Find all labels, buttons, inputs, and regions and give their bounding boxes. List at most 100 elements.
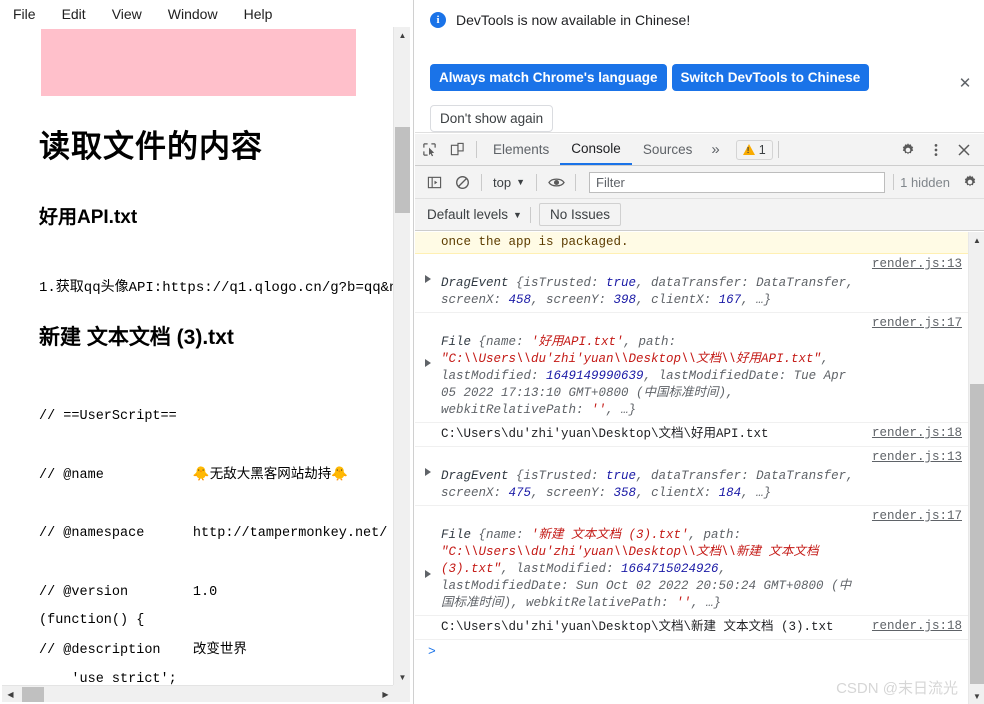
chevron-double-right-icon[interactable]: » <box>703 134 727 165</box>
source-link[interactable]: render.js:13 <box>872 450 962 464</box>
object-bool: true <box>606 469 637 483</box>
object-text: , clientX: <box>636 486 719 500</box>
execution-context-selector[interactable]: top ▼ <box>487 175 531 190</box>
console-sidebar-icon[interactable] <box>420 167 448 197</box>
object-class-name: DragEvent <box>441 469 517 483</box>
console-filter-toolbar: top ▼ 1 hidden <box>415 166 984 199</box>
console-object-message[interactable]: render.js:13 DragEvent {isTrusted: true,… <box>415 447 984 506</box>
console-vertical-scrollbar[interactable]: ▲ ▼ <box>968 232 984 704</box>
hidden-messages-count: 1 hidden <box>900 174 950 190</box>
live-expression-eye-icon[interactable] <box>542 167 570 197</box>
no-issues-button[interactable]: No Issues <box>538 203 621 226</box>
console-object-message[interactable]: render.js:13 DragEvent {isTrusted: true,… <box>415 254 984 313</box>
object-number: 458 <box>508 293 532 307</box>
more-vertical-icon[interactable] <box>922 135 950 165</box>
expand-triangle-icon[interactable] <box>425 468 431 476</box>
object-text: , lastModified: <box>501 562 622 576</box>
expand-triangle-icon[interactable] <box>425 570 431 578</box>
left-pane-vertical-scrollbar[interactable]: ▲ ▼ <box>393 27 410 686</box>
tab-console[interactable]: Console <box>560 134 632 165</box>
search-input[interactable] <box>589 171 886 193</box>
clear-console-icon[interactable] <box>448 167 476 197</box>
scroll-left-arrow-icon[interactable]: ◀ <box>2 686 19 703</box>
scrollbar-thumb[interactable] <box>22 687 44 702</box>
tab-elements[interactable]: Elements <box>482 134 560 165</box>
default-levels-label: Default levels <box>427 207 509 222</box>
file-heading-1: 好用API.txt <box>39 207 138 228</box>
scroll-down-arrow-icon[interactable]: ▼ <box>969 688 984 704</box>
gear-icon[interactable] <box>956 167 984 197</box>
dont-show-again-button[interactable]: Don't show again <box>430 105 554 132</box>
scroll-up-arrow-icon[interactable]: ▲ <box>969 232 984 248</box>
toolbar-divider <box>529 206 531 223</box>
console-plain-message[interactable]: render.js:18 C:\Users\du'zhi'yuan\Deskto… <box>415 616 984 640</box>
default-levels-dropdown[interactable]: Default levels ▼ <box>427 207 522 222</box>
chevron-down-icon: ▼ <box>516 177 525 187</box>
console-object-preview: File {name: '新建 文本文档 (3).txt', path: "C:… <box>441 509 980 612</box>
menu-view[interactable]: View <box>107 4 147 24</box>
gear-icon[interactable] <box>894 135 922 165</box>
object-text: , clientX: <box>636 293 719 307</box>
console-levels-bar: Default levels ▼ No Issues <box>415 199 984 231</box>
console-object-message[interactable]: render.js:17 File {name: '好用API.txt', pa… <box>415 313 984 423</box>
console-prompt[interactable]: > <box>415 640 984 674</box>
app-window: File Edit View Window Help 读取文件的内容 好用API… <box>0 0 984 704</box>
devtools-toolbar-right <box>894 135 984 165</box>
menu-help[interactable]: Help <box>239 4 278 24</box>
source-link[interactable]: render.js:17 <box>872 316 962 330</box>
object-text: {isTrusted: <box>516 469 607 483</box>
source-link[interactable]: render.js:17 <box>872 509 962 523</box>
source-link[interactable]: render.js:18 <box>872 619 962 633</box>
switch-devtools-language-button[interactable]: Switch DevTools to Chinese <box>671 64 870 91</box>
pink-drop-zone[interactable] <box>41 29 356 96</box>
toolbar-divider <box>536 173 537 191</box>
object-text: , …} <box>691 596 722 610</box>
code-line: 'use strict'; <box>39 671 177 687</box>
scrollbar-thumb[interactable] <box>395 127 410 213</box>
tab-sources[interactable]: Sources <box>632 134 704 165</box>
code-line: // ==UserScript== <box>39 409 177 424</box>
menu-window[interactable]: Window <box>163 4 223 24</box>
object-string: '新建 文本文档 (3).txt' <box>531 528 689 542</box>
toolbar-divider <box>575 173 576 191</box>
menu-file[interactable]: File <box>8 4 41 24</box>
object-number: 184 <box>718 486 742 500</box>
scroll-up-arrow-icon[interactable]: ▲ <box>394 27 411 44</box>
object-number: 358 <box>613 486 637 500</box>
scrollbar-thumb[interactable] <box>970 384 984 684</box>
warning-count-badge[interactable]: 1 <box>735 139 773 160</box>
inspect-element-icon[interactable] <box>415 135 443 165</box>
close-icon[interactable] <box>950 135 978 165</box>
source-link[interactable]: render.js:13 <box>872 257 962 271</box>
code-line: (function() { <box>39 613 145 628</box>
userscript-body-block: (function() { 'use strict'; document.tit… <box>39 572 394 686</box>
devtools-tabbar: Elements Console Sources » 1 <box>415 134 984 166</box>
left-pane-horizontal-scrollbar[interactable]: ◀ ▶ <box>2 685 394 702</box>
toolbar-divider <box>777 141 779 158</box>
object-string: '好用API.txt' <box>531 335 624 349</box>
infobar-secondary-actions: Don't show again <box>430 105 554 132</box>
chevron-down-icon: ▼ <box>513 209 522 220</box>
document-content-area: 读取文件的内容 好用API.txt 1.获取qq头像API:https://q1… <box>0 27 394 686</box>
object-string: "C:\\Users\\du'zhi'yuan\\Desktop\\文档\\好用… <box>441 352 822 366</box>
console-object-message[interactable]: render.js:17 File {name: '新建 文本文档 (3).tx… <box>415 506 984 616</box>
source-link[interactable]: render.js:18 <box>872 426 962 440</box>
object-text: , screenY: <box>531 293 614 307</box>
scroll-down-arrow-icon[interactable]: ▼ <box>394 669 411 686</box>
expand-triangle-icon[interactable] <box>425 275 431 283</box>
page-title: 读取文件的内容 <box>39 129 263 164</box>
console-plain-message[interactable]: render.js:18 C:\Users\du'zhi'yuan\Deskto… <box>415 423 984 447</box>
expand-triangle-icon[interactable] <box>425 359 431 367</box>
device-toolbar-icon[interactable] <box>443 135 471 165</box>
warning-count-label: 1 <box>758 142 766 157</box>
console-warning-message[interactable]: once the app is packaged. <box>415 232 984 254</box>
menu-edit[interactable]: Edit <box>57 4 91 24</box>
close-icon[interactable]: ✕ <box>956 74 974 92</box>
object-text: , path: <box>623 335 677 349</box>
always-match-language-button[interactable]: Always match Chrome's language <box>430 64 667 91</box>
code-line: // @name 🐥无敌大黑客网站劫持🐥 <box>39 467 349 483</box>
object-string: '' <box>676 596 692 610</box>
info-icon: i <box>430 12 446 28</box>
scroll-right-arrow-icon[interactable]: ▶ <box>377 686 394 703</box>
object-text: {name: <box>478 335 532 349</box>
